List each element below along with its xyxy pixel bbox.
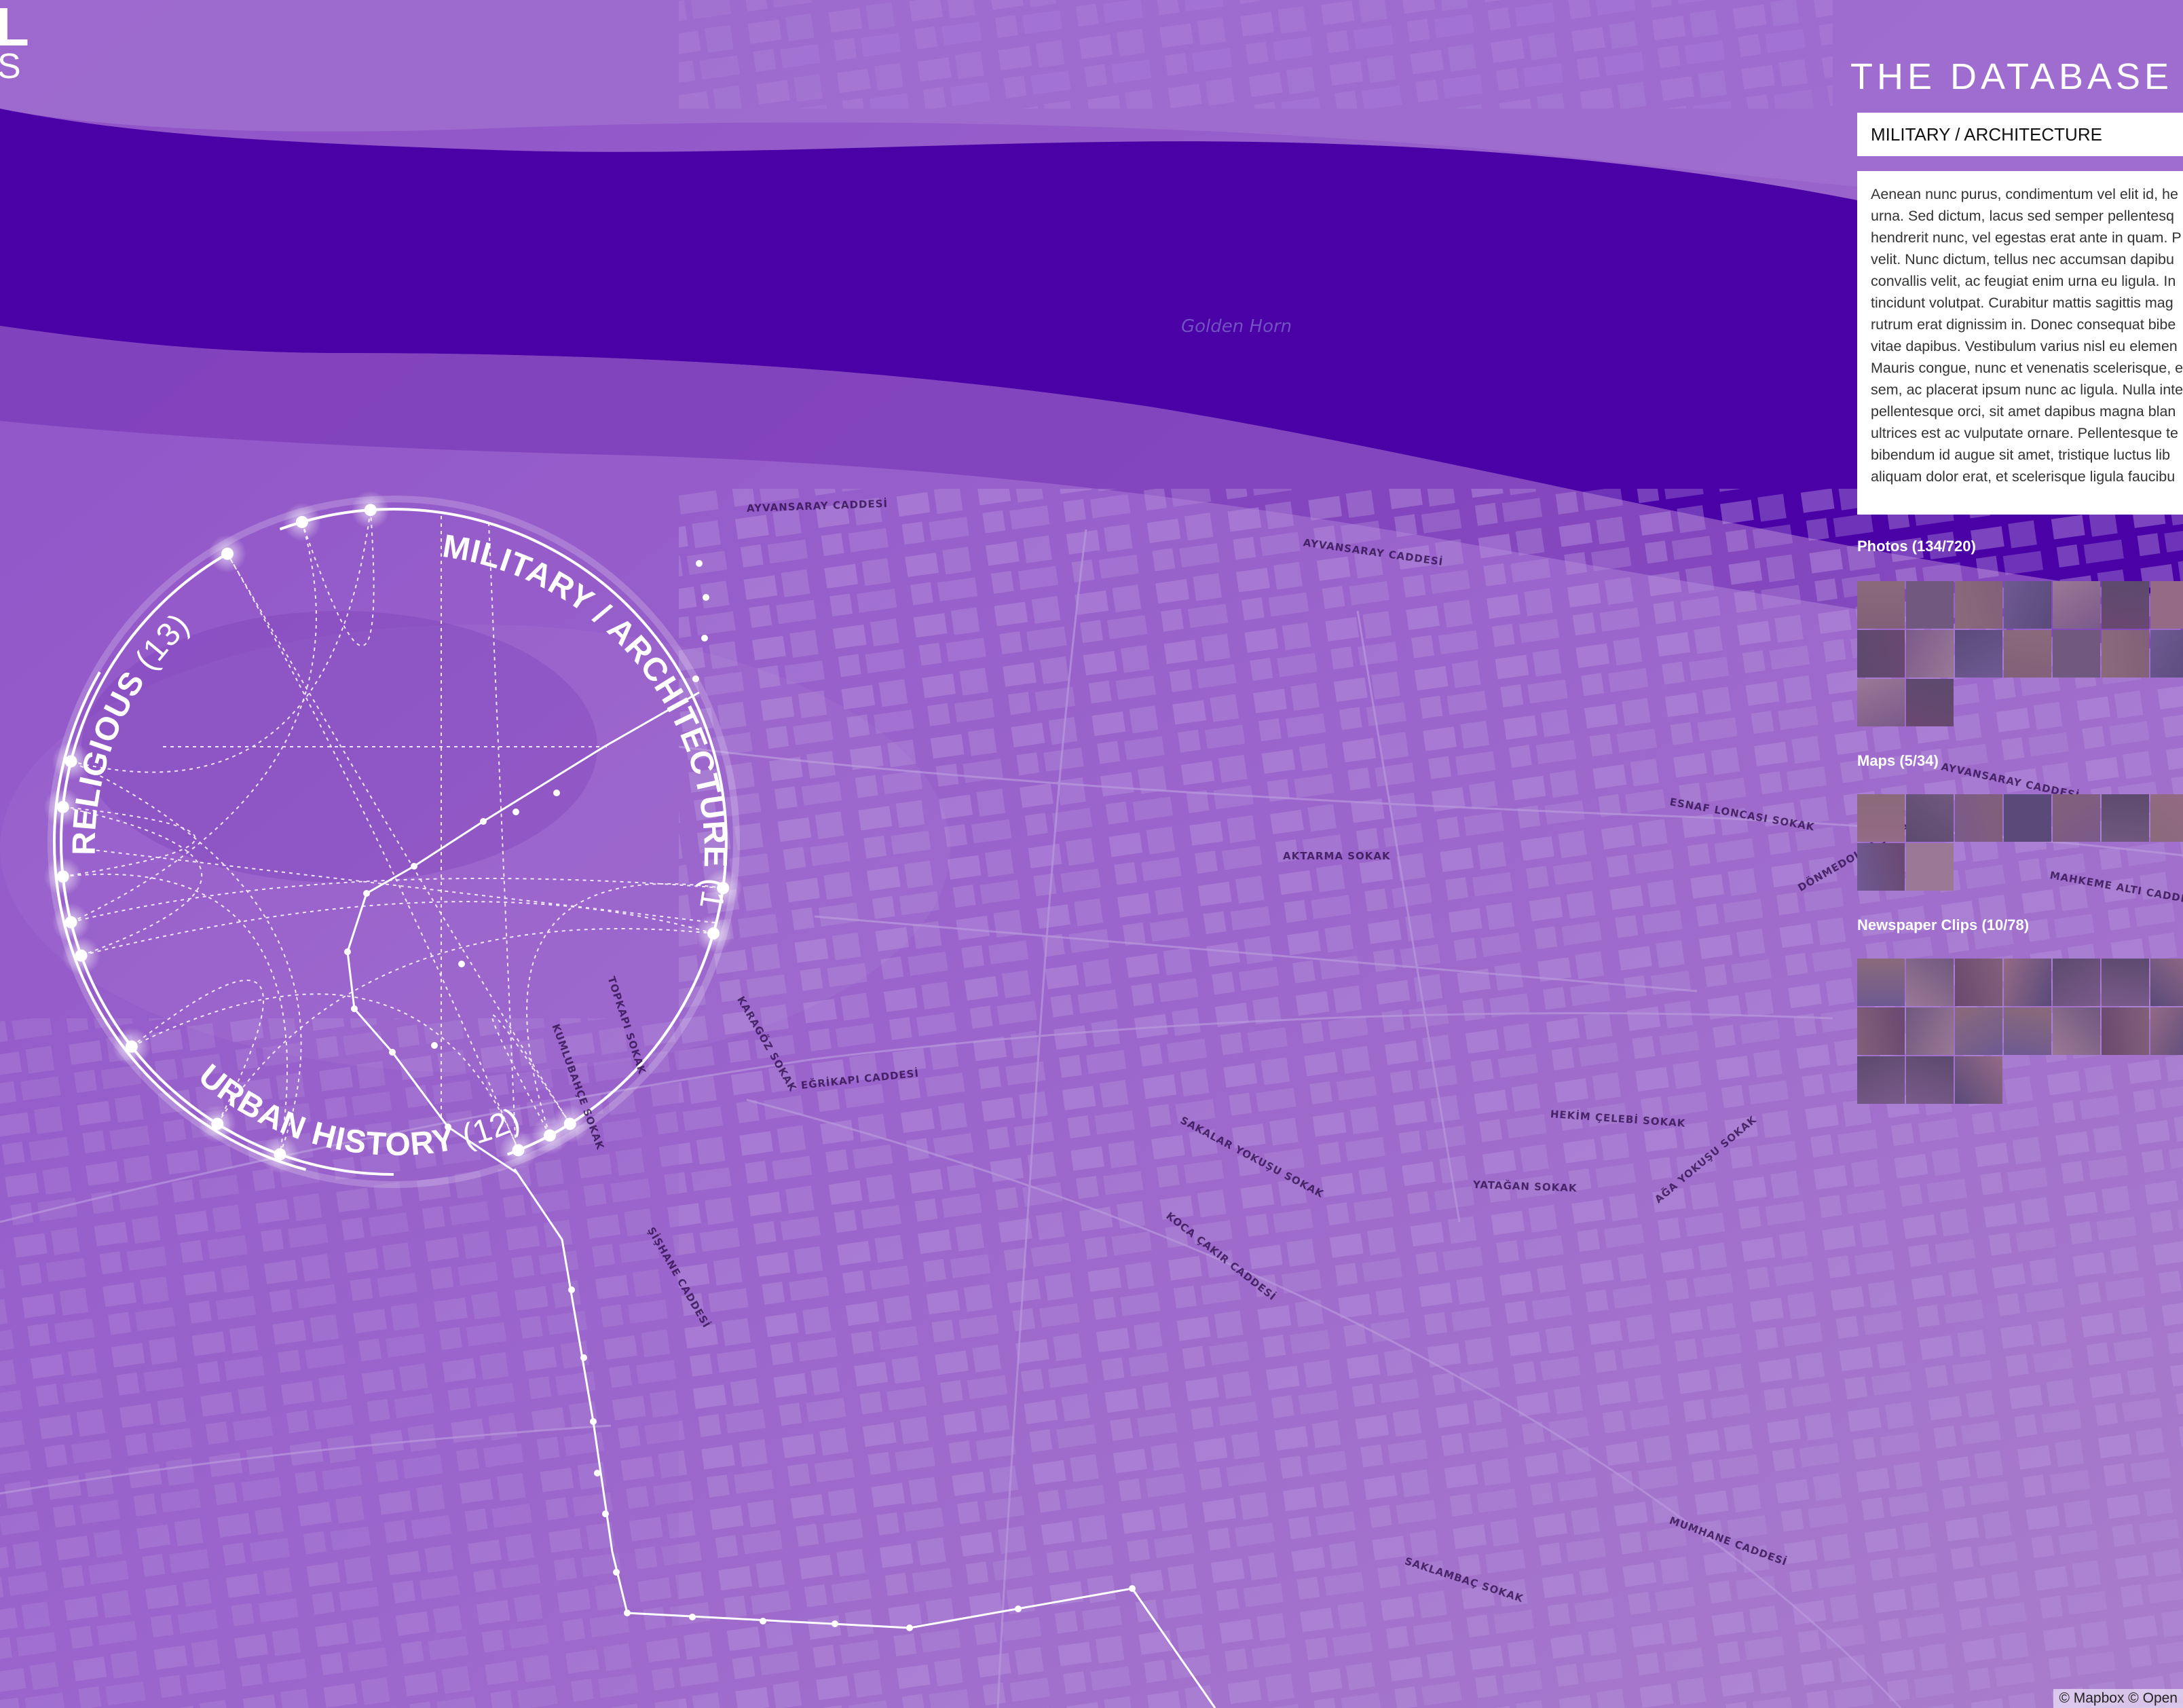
photo-thumbnail[interactable] [2004, 630, 2051, 677]
clip-thumbnail[interactable] [1906, 1007, 1954, 1055]
clip-thumbnail[interactable] [2102, 959, 2149, 1006]
category-labels: MILITARY / ARCHITECTURE(17) RELIGIOUS(13… [0, 0, 732, 1163]
clip-thumbnail[interactable] [1906, 959, 1954, 1006]
photo-thumbnail[interactable] [1857, 581, 1905, 629]
clip-thumbnail[interactable] [1857, 1007, 1905, 1055]
map-thumbnail[interactable] [2150, 794, 2183, 842]
photo-thumbnail[interactable] [1906, 679, 1954, 726]
map-thumbnail[interactable] [1857, 794, 1905, 842]
category-urban-history[interactable]: URBAN HISTORY(12) [192, 1058, 526, 1163]
maps-label: Maps (5/34) [1857, 752, 1939, 769]
clip-thumbnail[interactable] [1906, 1056, 1954, 1104]
photo-thumbnail[interactable] [1955, 630, 2002, 677]
clip-thumbnail[interactable] [1857, 1056, 1905, 1104]
photo-thumbnail[interactable] [2150, 581, 2183, 629]
map-thumbnail[interactable] [2053, 794, 2100, 842]
photo-thumbnail[interactable] [1857, 679, 1905, 726]
clip-thumbnail[interactable] [1857, 959, 1905, 1006]
map-thumbnail[interactable] [1857, 843, 1905, 891]
photo-thumbnail[interactable] [2150, 630, 2183, 677]
clip-thumbnail[interactable] [2102, 1007, 2149, 1055]
photo-thumbnail[interactable] [1857, 630, 1905, 677]
category-religious[interactable]: RELIGIOUS(13) [67, 606, 197, 855]
photo-thumbnail[interactable] [2102, 581, 2149, 629]
category-select-input[interactable] [1857, 113, 2183, 156]
clip-thumbnail[interactable] [2053, 959, 2100, 1006]
clip-thumbnail[interactable] [2150, 959, 2183, 1006]
map-attribution[interactable]: © Mapbox © Open [2053, 1689, 2183, 1708]
clip-thumbnail[interactable] [2004, 959, 2051, 1006]
photos-grid [1857, 581, 2183, 726]
clip-thumbnail[interactable] [2150, 1007, 2183, 1055]
clip-thumbnail[interactable] [1955, 1007, 2002, 1055]
photo-thumbnail[interactable] [1906, 581, 1954, 629]
clip-thumbnail[interactable] [1955, 959, 2002, 1006]
clip-thumbnail[interactable] [2004, 1007, 2051, 1055]
maps-grid [1857, 794, 2183, 891]
panel-title: THE DATABASE [1850, 56, 2173, 97]
photo-thumbnail[interactable] [2102, 630, 2149, 677]
map-thumbnail[interactable] [1906, 843, 1954, 891]
clips-label: Newspaper Clips (10/78) [1857, 916, 2030, 933]
description-text: Aenean nunc purus, condimentum vel elit … [1871, 186, 2183, 485]
map-thumbnail[interactable] [2102, 794, 2149, 842]
photo-thumbnail[interactable] [2053, 630, 2100, 677]
clip-thumbnail[interactable] [2053, 1007, 2100, 1055]
map-thumbnail[interactable] [1906, 794, 1954, 842]
photo-thumbnail[interactable] [2053, 581, 2100, 629]
photos-label: Photos (134/720) [1857, 538, 1976, 555]
photo-thumbnail[interactable] [1906, 630, 1954, 677]
map-thumbnail[interactable] [1955, 794, 2002, 842]
clips-grid [1857, 959, 2183, 1104]
clip-thumbnail[interactable] [1955, 1056, 2002, 1104]
photo-thumbnail[interactable] [2004, 581, 2051, 629]
map-thumbnail[interactable] [2004, 794, 2051, 842]
category-description: Aenean nunc purus, condimentum vel elit … [1857, 171, 2183, 515]
photo-thumbnail[interactable] [1955, 581, 2002, 629]
